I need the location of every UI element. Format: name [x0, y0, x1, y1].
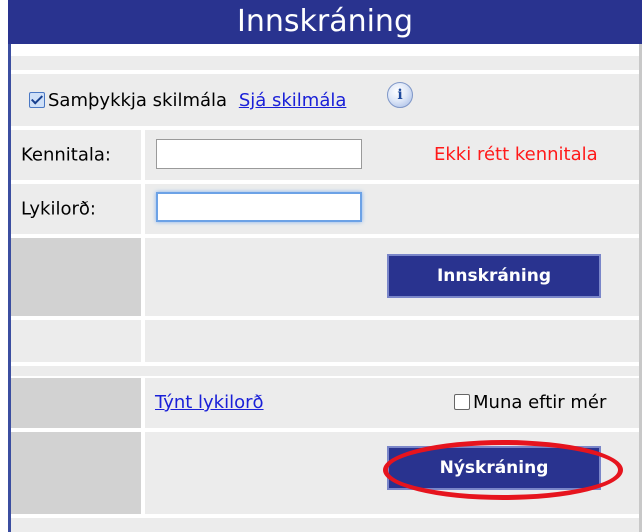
password-row: Lykilorð:: [11, 184, 639, 234]
info-icon[interactable]: i: [387, 82, 413, 108]
password-label: Lykilorð:: [21, 198, 96, 220]
login-row-right-cell: Innskráning: [145, 238, 639, 316]
register-row-left-cell: [11, 432, 141, 514]
forgot-row-left-cell: [11, 378, 141, 428]
password-input-cell: [145, 184, 639, 234]
remember-label[interactable]: Muna eftir mér: [473, 392, 606, 413]
login-panel: Innskráning Samþykkja skilmála Sjá skilm…: [0, 0, 642, 532]
terms-checkbox-label[interactable]: Samþykkja skilmála: [48, 90, 227, 111]
forgot-row: Týnt lykilorð Muna eftir mér: [11, 378, 639, 428]
empty-row: [11, 320, 639, 362]
kennitala-label-cell: Kennitala:: [11, 130, 141, 180]
register-row-right-cell: Nýskráning: [145, 432, 639, 514]
terms-link[interactable]: Sjá skilmála: [239, 90, 347, 111]
spacer-row-2: [11, 366, 639, 376]
password-input[interactable]: [156, 192, 362, 222]
login-row: Innskráning: [11, 238, 639, 316]
remember-checkbox[interactable]: [454, 394, 470, 410]
forgot-row-right-cell: Týnt lykilorð Muna eftir mér: [145, 378, 639, 428]
bottom-strip: [11, 518, 639, 532]
forgot-password-link[interactable]: Týnt lykilorð: [155, 392, 264, 413]
login-button[interactable]: Innskráning: [387, 254, 601, 298]
register-button[interactable]: Nýskráning: [387, 446, 601, 490]
register-row: Nýskráning: [11, 432, 639, 514]
kennitala-input-cell: Ekki rétt kennitala: [145, 130, 639, 180]
empty-row-left-cell: [11, 320, 141, 362]
terms-row: Samþykkja skilmála Sjá skilmála i: [11, 74, 639, 126]
login-row-left-cell: [11, 238, 141, 316]
empty-row-right-cell: [145, 320, 639, 362]
kennitala-label: Kennitala:: [21, 144, 111, 166]
kennitala-row: Kennitala: Ekki rétt kennitala: [11, 130, 639, 180]
page-title: Innskráning: [8, 0, 642, 44]
kennitala-error: Ekki rétt kennitala: [434, 144, 598, 165]
spacer-row: [11, 56, 639, 70]
password-label-cell: Lykilorð:: [11, 184, 141, 234]
remember-group: Muna eftir mér: [454, 392, 606, 413]
terms-checkbox[interactable]: [29, 92, 45, 108]
terms-group: Samþykkja skilmála Sjá skilmála: [29, 90, 346, 111]
kennitala-input[interactable]: [156, 139, 362, 169]
